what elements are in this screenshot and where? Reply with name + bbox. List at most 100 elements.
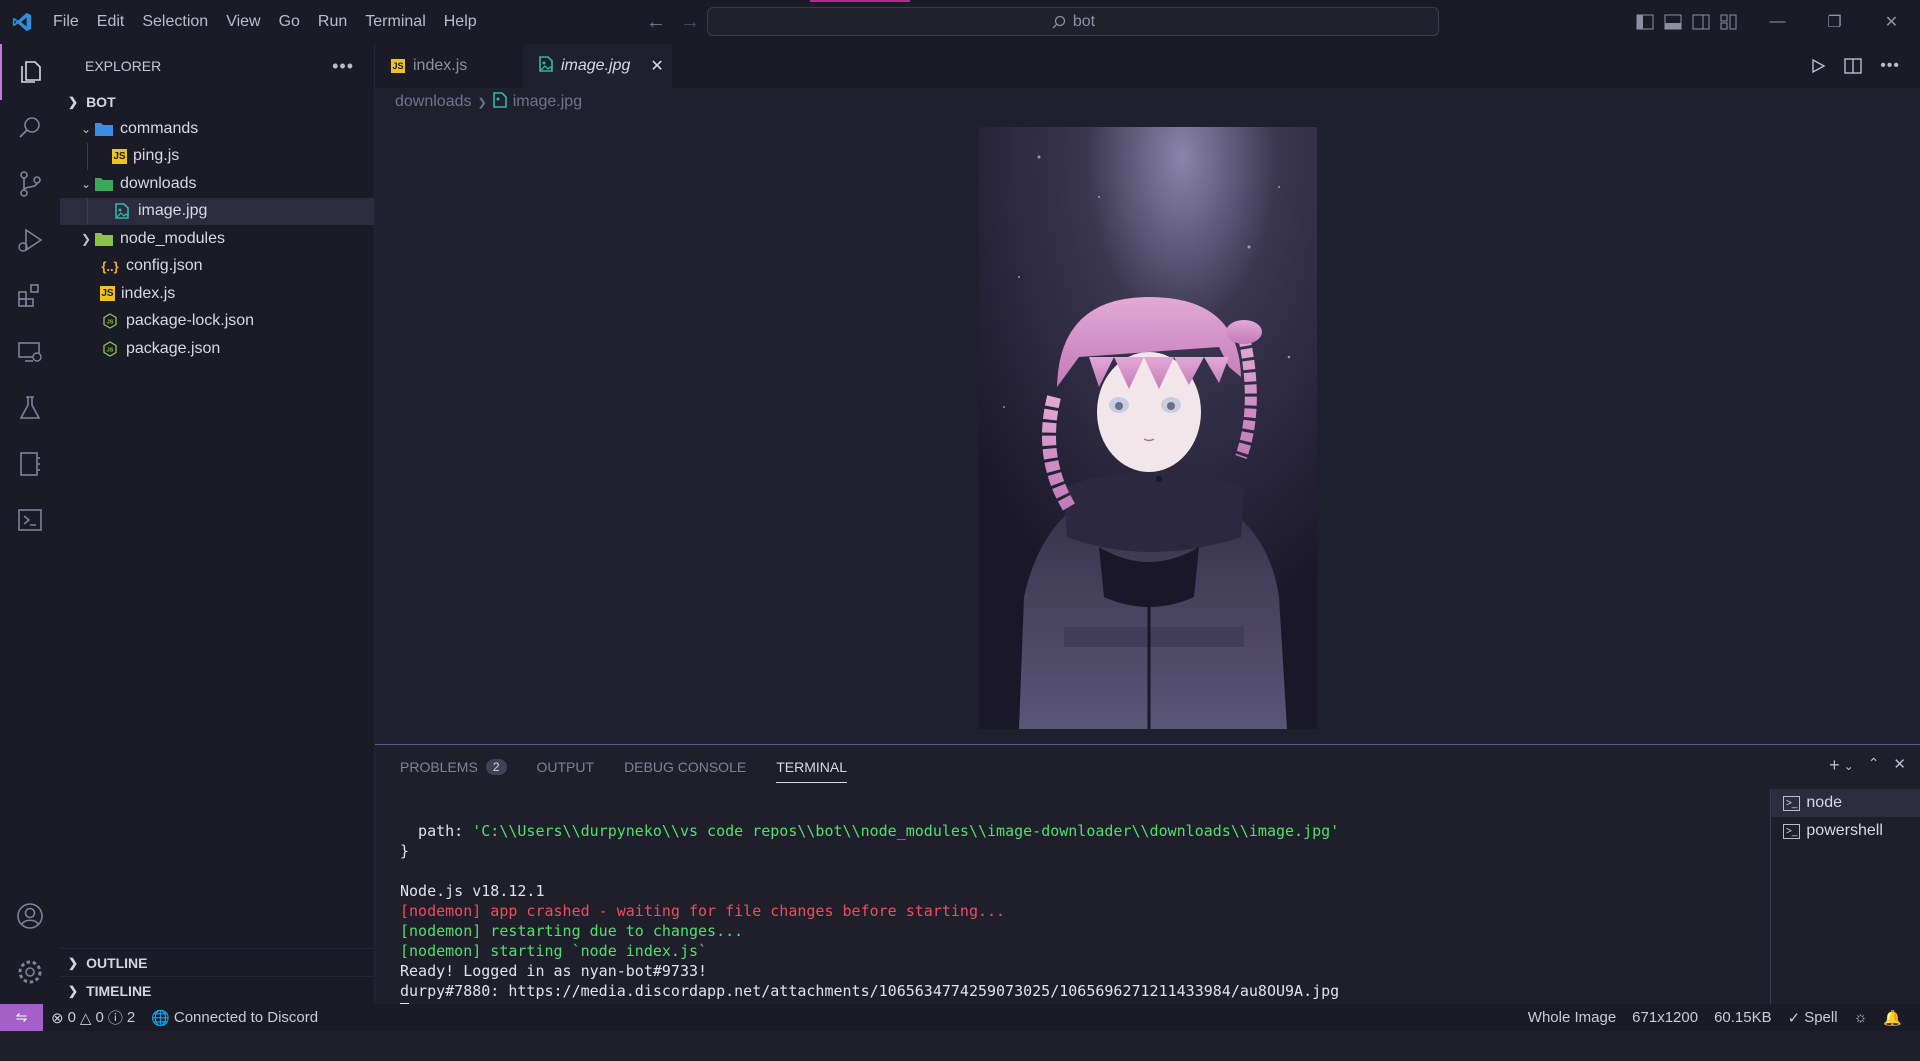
error-icon: ⊗ [51,1009,64,1027]
image-file-icon [112,202,132,220]
terminal-icon: >_ [1783,795,1801,811]
new-terminal-icon[interactable]: + [1829,755,1840,776]
terminal-view-icon[interactable] [0,492,60,548]
tab-debug-console[interactable]: DEBUG CONSOLE [624,745,746,789]
tab-label: DEBUG CONSOLE [624,759,747,775]
svg-text:JS: JS [107,347,114,353]
tree-item-node-modules[interactable]: ❯ node_modules [60,225,374,253]
testing-icon[interactable] [0,380,60,436]
tab-image-jpg[interactable]: image.jpg ✕ [523,44,673,88]
close-window-icon[interactable]: ✕ [1863,0,1920,44]
warning-icon: △ [79,1009,92,1027]
breadcrumb-folder[interactable]: downloads [395,93,472,111]
menu-view[interactable]: View [217,0,269,44]
image-file-icon [492,91,507,113]
check-icon: ✓ [1787,1009,1801,1027]
minimize-icon[interactable]: — [1749,0,1806,44]
spell-label: Spell [1804,1009,1838,1026]
info-icon: ⓘ [107,1010,123,1027]
js-file-icon: JS [112,148,127,164]
terminal-line: path: 'C:\\Users\\durpyneko\\vs code rep… [400,822,1340,840]
maximize-panel-icon[interactable]: ⌃ [1868,755,1880,776]
remote-explorer-icon[interactable] [0,324,60,380]
tree-item-config-json[interactable]: {..} config.json [60,253,374,281]
image-dimensions: 671x1200 [1632,1009,1699,1026]
search-icon[interactable] [0,100,60,156]
zoom-status[interactable]: Whole Image [1520,1009,1624,1026]
toggle-secondary-sidebar-icon[interactable] [1692,14,1710,30]
chevron-right-icon: ❯ [80,231,92,246]
tree-item-image-jpg[interactable]: image.jpg [60,197,374,225]
folder-green-icon [94,175,114,193]
restore-icon[interactable]: ❐ [1806,0,1863,44]
workspace-root[interactable]: ❯ BOT [60,88,374,115]
tree-item-label: index.js [121,284,176,302]
chevron-right-icon: ❯ [68,955,79,970]
remote-indicator-icon[interactable]: ⇋ [0,1004,43,1031]
menu-terminal[interactable]: Terminal [356,0,434,44]
customize-layout-icon[interactable] [1720,14,1738,30]
menu-run[interactable]: Run [309,0,356,44]
anime-girl-illustration [979,127,1317,729]
toggle-primary-sidebar-icon[interactable] [1636,14,1654,30]
more-actions-icon[interactable]: ••• [1880,57,1900,75]
settings-gear-icon[interactable] [0,944,60,1000]
close-panel-icon[interactable]: ✕ [1893,755,1906,776]
terminal-line: durpy#7880: https://media.discordapp.net… [400,982,1340,1000]
notebook-icon[interactable] [0,436,60,492]
menu-selection[interactable]: Selection [133,0,217,44]
run-file-icon[interactable] [1810,58,1826,74]
run-debug-icon[interactable] [0,212,60,268]
tab-index-js[interactable]: JS index.js [375,44,523,88]
image-preview[interactable] [979,127,1317,729]
menu-file[interactable]: File [44,0,88,44]
terminal-item-node[interactable]: >_ node [1771,789,1920,817]
breadcrumb-file[interactable]: image.jpg [513,93,582,111]
menu-edit[interactable]: Edit [88,0,134,44]
timeline-section[interactable]: ❯ TIMELINE [60,976,375,1004]
tree-item-label: image.jpg [138,202,208,220]
tree-item-package-lock-json[interactable]: JS package-lock.json [60,308,374,336]
terminal-line: [nodemon] app crashed - waiting for file… [400,902,1006,920]
menu-go[interactable]: Go [270,0,309,44]
warning-count: 0 [95,1009,104,1026]
explorer-icon[interactable] [0,44,60,100]
npm-file-icon: JS [100,340,120,358]
tree-item-index-js[interactable]: JS index.js [60,280,374,308]
tab-output[interactable]: OUTPUT [537,745,595,789]
chevron-down-icon: ❯ [68,94,79,109]
js-file-icon: JS [391,59,405,73]
menu-help[interactable]: Help [435,0,486,44]
more-actions-icon[interactable]: ••• [332,56,354,77]
feedback-icon[interactable]: ☼ [1846,1009,1876,1026]
tab-terminal[interactable]: TERMINAL [776,745,847,789]
tree-item-package-json[interactable]: JS package.json [60,335,374,363]
tree-item-downloads[interactable]: ⌄ downloads [60,170,374,198]
indent-guide [87,142,88,170]
accounts-icon[interactable] [0,888,60,944]
tab-problems[interactable]: PROBLEMS 2 [400,745,507,789]
terminal-item-powershell[interactable]: >_ powershell [1771,817,1920,845]
tree-item-ping-js[interactable]: JS ping.js [60,142,374,170]
toggle-panel-icon[interactable] [1664,14,1682,30]
extensions-icon[interactable] [0,268,60,324]
forward-arrow-icon[interactable]: → [680,11,700,34]
command-center-accent [810,0,910,2]
explorer-header: EXPLORER ••• [60,44,374,88]
back-arrow-icon[interactable]: ← [646,11,666,34]
terminal-line: [nodemon] restarting due to changes... [400,922,744,940]
folder-blue-icon [94,120,114,138]
split-editor-icon[interactable] [1844,58,1862,74]
spell-status[interactable]: ✓ Spell [1780,1009,1846,1027]
tree-item-commands[interactable]: ⌄ commands [60,115,374,143]
discord-status[interactable]: 🌐 Connected to Discord [143,1009,326,1027]
status-bar: ⇋ ⊗ 0 △ 0 ⓘ 2 🌐 Connected to Discord Whole … [0,1004,1920,1031]
command-center[interactable]: bot [707,0,1439,36]
notifications-bell-icon[interactable]: 🔔 [1875,1009,1910,1027]
outline-section[interactable]: ❯ OUTLINE [60,948,375,976]
source-control-icon[interactable] [0,156,60,212]
problems-status[interactable]: ⊗ 0 △ 0 ⓘ 2 [43,1007,143,1028]
chevron-down-icon[interactable]: ⌄ [1844,759,1854,776]
close-tab-icon[interactable]: ✕ [650,56,663,76]
terminal-line: Node.js v18.12.1 [400,882,545,900]
